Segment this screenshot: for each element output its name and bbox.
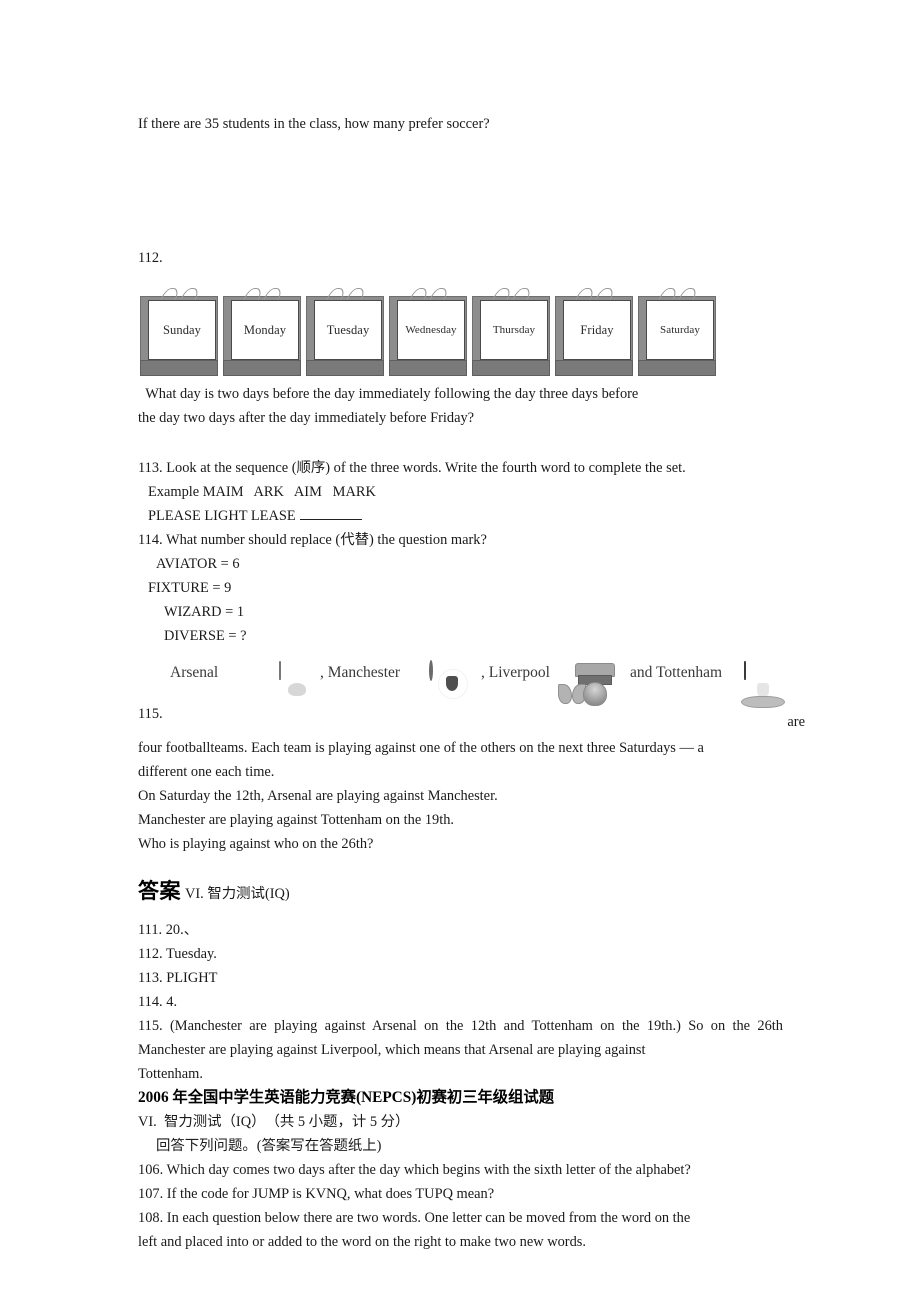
calendar-sheet: Monday bbox=[231, 300, 299, 360]
question-112-prompt-line1: What day is two days before the day imme… bbox=[138, 386, 639, 402]
question-112-number: 112. bbox=[138, 250, 163, 266]
next-exam-instruction: 回答下列问题。(答案写在答题纸上) bbox=[156, 1138, 382, 1154]
next-exam-question-107: 107. If the code for JUMP is KVNQ, what … bbox=[138, 1186, 495, 1202]
liverpool-crest-icon bbox=[558, 662, 616, 706]
calendar-day-tuesday: Tuesday bbox=[304, 284, 387, 376]
document-page: If there are 35 students in the class, h… bbox=[138, 0, 805, 1302]
question-114-stem: 114. What number should replace (代替) the… bbox=[138, 532, 487, 548]
answers-heading: 答案 VI. 智力测试(IQ) bbox=[138, 876, 783, 909]
manchester-united-crest-icon bbox=[429, 660, 471, 704]
arsenal-crest-icon bbox=[279, 661, 313, 706]
answer-item-114: 114. 4. bbox=[138, 994, 178, 1010]
next-exam-question-108-line2: left and placed into or added to the wor… bbox=[138, 1234, 586, 1250]
calendar-sheet: Friday bbox=[563, 300, 631, 360]
question-115-body-line3: On Saturday the 12th, Arsenal are playin… bbox=[138, 788, 498, 804]
question-115-trailing-word: are bbox=[787, 714, 805, 730]
question-113-task-words: PLEASE LIGHT LEASE bbox=[148, 508, 296, 524]
team-label-liverpool: , Liverpool bbox=[481, 664, 550, 681]
question-113-example: Example MAIM ARK AIM MARK bbox=[148, 484, 376, 500]
tottenham-hotspur-crest-icon bbox=[741, 661, 785, 708]
calendar-base bbox=[638, 360, 716, 376]
answer-item-115-paragraph: 115. (Manchester are playing against Ars… bbox=[138, 1018, 783, 1058]
calendar-base bbox=[389, 360, 467, 376]
question-115-logos-block: Arsenal , Manchester , Liverpool and Tot… bbox=[138, 660, 805, 736]
calendar-day-label: Tuesday bbox=[326, 322, 370, 337]
next-exam-question-108-line1: 108. In each question below there are tw… bbox=[138, 1210, 691, 1226]
calendar-day-sunday: Sunday bbox=[138, 284, 221, 376]
calendar-strip: Sunday Monday Tuesday Wednesday Thursday… bbox=[138, 280, 783, 376]
calendar-sheet: Sunday bbox=[148, 300, 216, 360]
calendar-sheet: Saturday bbox=[646, 300, 714, 360]
question-115-body-line4: Manchester are playing against Tottenham… bbox=[138, 812, 455, 828]
calendar-day-thursday: Thursday bbox=[470, 284, 553, 376]
calendar-day-wednesday: Wednesday bbox=[387, 284, 470, 376]
calendar-sheet: Thursday bbox=[480, 300, 548, 360]
calendar-day-label: Monday bbox=[243, 322, 287, 337]
answer-item-111: 111. 20.、 bbox=[138, 922, 199, 938]
calendar-base bbox=[555, 360, 633, 376]
calendar-base bbox=[140, 360, 218, 376]
question-114-item-diverse: DIVERSE = ? bbox=[164, 628, 247, 644]
calendar-day-monday: Monday bbox=[221, 284, 304, 376]
answer-blank[interactable] bbox=[299, 507, 362, 520]
answers-heading-cn: 答案 bbox=[138, 879, 181, 903]
calendar-day-label: Sunday bbox=[162, 322, 202, 337]
calendar-base bbox=[472, 360, 550, 376]
question-113-stem: 113. Look at the sequence (顺序) of the th… bbox=[138, 460, 686, 476]
answer-item-115-continued: Tottenham. bbox=[138, 1066, 203, 1082]
question-115-number: 115. bbox=[138, 706, 163, 722]
team-label-tottenham: and Tottenham bbox=[630, 664, 723, 681]
calendar-base bbox=[306, 360, 384, 376]
question-115-body-line2: different one each time. bbox=[138, 764, 275, 780]
question-114-item-wizard: WIZARD = 1 bbox=[164, 604, 245, 620]
intro-question: If there are 35 students in the class, h… bbox=[138, 116, 490, 132]
question-115-body-line1: four footballteams. Each team is playing… bbox=[138, 740, 704, 756]
next-exam-question-106: 106. Which day comes two days after the … bbox=[138, 1162, 691, 1178]
question-115-body-line5: Who is playing against who on the 26th? bbox=[138, 836, 374, 852]
team-label-manchester: , Manchester bbox=[320, 664, 401, 681]
calendar-sheet: Wednesday bbox=[397, 300, 465, 360]
calendar-base bbox=[223, 360, 301, 376]
answers-heading-section: VI. 智力测试(IQ) bbox=[185, 886, 290, 902]
calendar-day-label: Wednesday bbox=[405, 324, 457, 336]
calendar-sheet: Tuesday bbox=[314, 300, 382, 360]
question-113-task: PLEASE LIGHT LEASE bbox=[138, 504, 783, 528]
question-114-item-aviator: AVIATOR = 6 bbox=[156, 556, 240, 572]
team-label-arsenal: Arsenal bbox=[170, 664, 219, 681]
question-112-prompt-line2: the day two days after the day immediate… bbox=[138, 410, 475, 426]
calendar-day-saturday: Saturday bbox=[636, 284, 719, 376]
answer-item-112: 112. Tuesday. bbox=[138, 946, 217, 962]
calendar-day-friday: Friday bbox=[553, 284, 636, 376]
calendar-day-label: Friday bbox=[580, 322, 614, 337]
calendar-day-label: Saturday bbox=[660, 324, 700, 336]
next-exam-section-line: VI. 智力测试（IQ） （共 5 小题，计 5 分） bbox=[138, 1114, 410, 1130]
question-114-item-fixture: FIXTURE = 9 bbox=[148, 580, 232, 596]
calendar-day-label: Thursday bbox=[492, 324, 536, 336]
next-exam-title: 2006 年全国中学生英语能力竞赛(NEPCS)初赛初三年级组试题 bbox=[138, 1089, 554, 1106]
football-teams-row: Arsenal , Manchester , Liverpool and Tot… bbox=[170, 660, 805, 730]
answer-item-113: 113. PLIGHT bbox=[138, 970, 218, 986]
